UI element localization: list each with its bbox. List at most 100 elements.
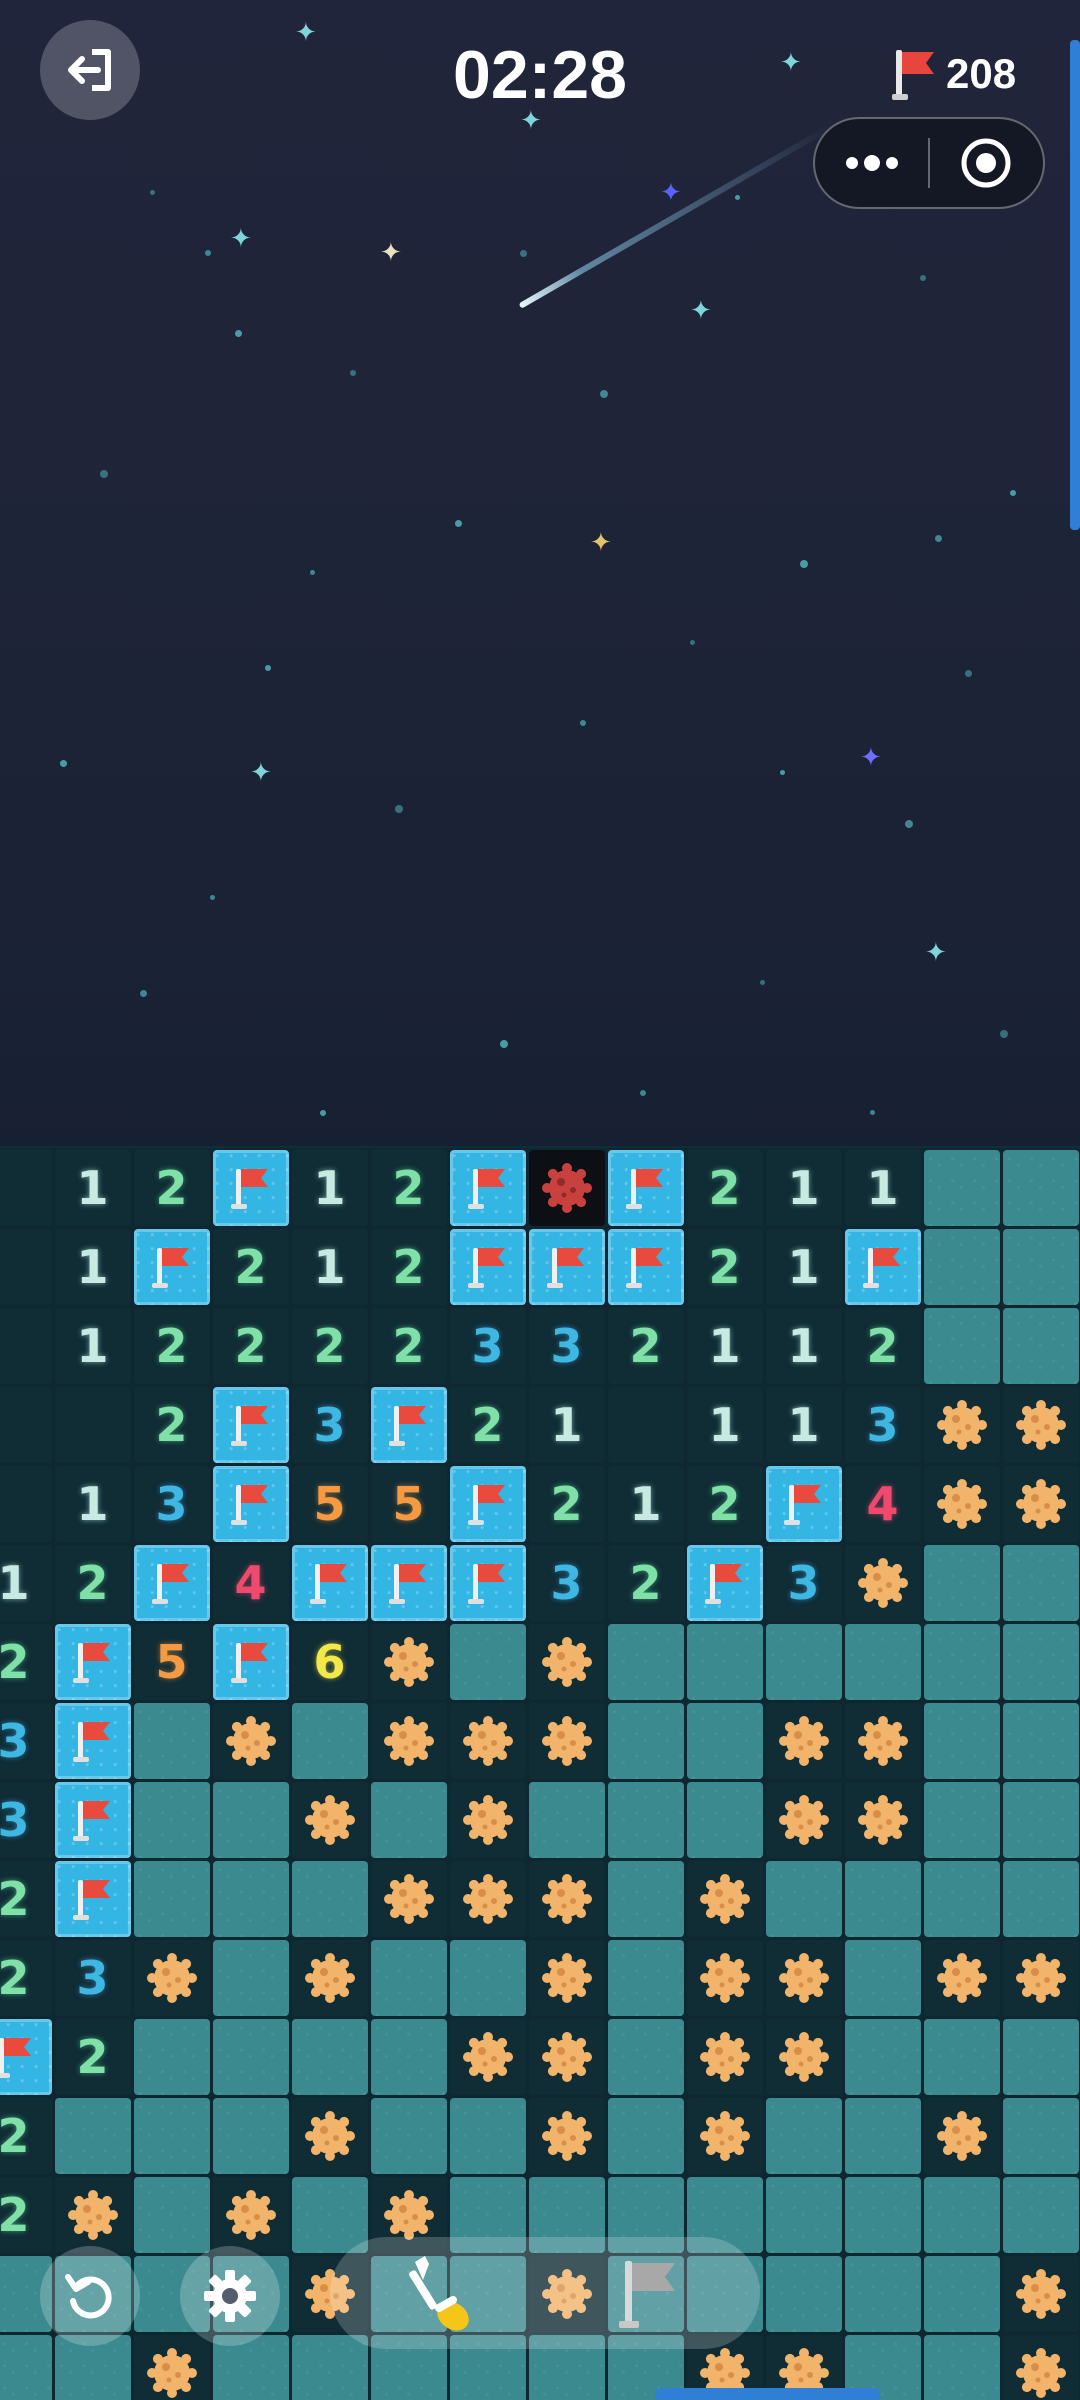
- number-cell[interactable]: 6: [291, 1623, 368, 1700]
- flagged-cell[interactable]: [54, 1860, 131, 1937]
- number-cell[interactable]: 1: [765, 1386, 842, 1463]
- hidden-cell[interactable]: [1002, 1623, 1079, 1700]
- number-cell[interactable]: 2: [686, 1149, 763, 1226]
- hidden-cell[interactable]: [844, 1860, 921, 1937]
- flagged-cell[interactable]: [212, 1623, 289, 1700]
- mine-cell[interactable]: [1002, 1386, 1079, 1463]
- number-cell[interactable]: 1: [765, 1228, 842, 1305]
- empty-cell[interactable]: [54, 1386, 131, 1463]
- mine-cell[interactable]: [1002, 2255, 1079, 2332]
- number-cell[interactable]: 2: [291, 1307, 368, 1384]
- number-cell[interactable]: 1: [686, 1386, 763, 1463]
- number-cell[interactable]: 2: [0, 1939, 52, 2016]
- mine-cell[interactable]: [686, 1939, 763, 2016]
- mine-cell[interactable]: [528, 1939, 605, 2016]
- number-cell[interactable]: 3: [528, 1307, 605, 1384]
- flagged-cell[interactable]: [212, 1149, 289, 1226]
- number-cell[interactable]: 3: [844, 1386, 921, 1463]
- scroll-indicator[interactable]: [1070, 40, 1080, 530]
- hidden-cell[interactable]: [528, 1781, 605, 1858]
- mine-cell[interactable]: [686, 2018, 763, 2095]
- flagged-cell[interactable]: [449, 1544, 526, 1621]
- number-cell[interactable]: 4: [844, 1465, 921, 1542]
- hidden-cell[interactable]: [765, 1860, 842, 1937]
- flagged-cell[interactable]: [370, 1544, 447, 1621]
- number-cell[interactable]: 2: [0, 2176, 52, 2253]
- number-cell[interactable]: 2: [54, 2018, 131, 2095]
- mine-cell[interactable]: [844, 1702, 921, 1779]
- flagged-cell[interactable]: [291, 1544, 368, 1621]
- number-cell[interactable]: 2: [133, 1386, 210, 1463]
- number-cell[interactable]: 1: [528, 1386, 605, 1463]
- mine-cell[interactable]: [133, 2334, 210, 2400]
- hidden-cell[interactable]: [765, 2176, 842, 2253]
- mine-cell[interactable]: [212, 1702, 289, 1779]
- mine-cell[interactable]: [923, 1939, 1000, 2016]
- number-cell[interactable]: 2: [607, 1544, 684, 1621]
- mine-cell[interactable]: [449, 2018, 526, 2095]
- number-cell[interactable]: 5: [291, 1465, 368, 1542]
- flagged-cell[interactable]: [133, 1228, 210, 1305]
- hidden-cell[interactable]: [133, 2176, 210, 2253]
- hidden-cell[interactable]: [607, 2097, 684, 2174]
- hidden-cell[interactable]: [1002, 1702, 1079, 1779]
- flagged-cell[interactable]: [54, 1702, 131, 1779]
- hidden-cell[interactable]: [449, 2097, 526, 2174]
- number-cell[interactable]: 2: [0, 1623, 52, 1700]
- number-cell[interactable]: 2: [607, 1307, 684, 1384]
- number-cell[interactable]: 2: [370, 1149, 447, 1226]
- number-cell[interactable]: 2: [370, 1228, 447, 1305]
- hidden-cell[interactable]: [370, 2018, 447, 2095]
- flagged-cell[interactable]: [54, 1781, 131, 1858]
- hidden-cell[interactable]: [923, 1781, 1000, 1858]
- hidden-cell[interactable]: [212, 2018, 289, 2095]
- hidden-cell[interactable]: [291, 2018, 368, 2095]
- mine-cell[interactable]: [291, 1781, 368, 1858]
- number-cell[interactable]: 3: [291, 1386, 368, 1463]
- hidden-cell[interactable]: [449, 1623, 526, 1700]
- empty-cell[interactable]: [0, 1307, 52, 1384]
- mine-cell[interactable]: [765, 1939, 842, 2016]
- dig-tool-button[interactable]: [390, 2247, 490, 2342]
- number-cell[interactable]: 2: [133, 1307, 210, 1384]
- hidden-cell[interactable]: [370, 1781, 447, 1858]
- mine-cell[interactable]: [765, 1702, 842, 1779]
- hidden-cell[interactable]: [370, 2097, 447, 2174]
- mine-cell[interactable]: [133, 1939, 210, 2016]
- mine-cell[interactable]: [291, 2097, 368, 2174]
- hidden-cell[interactable]: [923, 1702, 1000, 1779]
- number-cell[interactable]: 3: [765, 1544, 842, 1621]
- hidden-cell[interactable]: [1002, 2018, 1079, 2095]
- hidden-cell[interactable]: [844, 2018, 921, 2095]
- mine-cell[interactable]: [844, 1544, 921, 1621]
- flagged-cell[interactable]: [607, 1149, 684, 1226]
- flagged-cell[interactable]: [212, 1465, 289, 1542]
- flagged-cell[interactable]: [133, 1544, 210, 1621]
- number-cell[interactable]: 5: [133, 1623, 210, 1700]
- number-cell[interactable]: 1: [765, 1149, 842, 1226]
- hidden-cell[interactable]: [1002, 1781, 1079, 1858]
- hidden-cell[interactable]: [1002, 1544, 1079, 1621]
- hidden-cell[interactable]: [607, 1702, 684, 1779]
- number-cell[interactable]: 1: [291, 1228, 368, 1305]
- hidden-cell[interactable]: [133, 1781, 210, 1858]
- hidden-cell[interactable]: [844, 1623, 921, 1700]
- hidden-cell[interactable]: [0, 2334, 52, 2400]
- number-cell[interactable]: 1: [54, 1149, 131, 1226]
- restart-button[interactable]: [40, 2246, 140, 2346]
- mine-cell[interactable]: [1002, 1465, 1079, 1542]
- hidden-cell[interactable]: [686, 1623, 763, 1700]
- number-cell[interactable]: 1: [291, 1149, 368, 1226]
- hidden-cell[interactable]: [607, 1781, 684, 1858]
- mine-cell[interactable]: [844, 1781, 921, 1858]
- hidden-cell[interactable]: [607, 1860, 684, 1937]
- hidden-cell[interactable]: [607, 2018, 684, 2095]
- hidden-cell[interactable]: [844, 2176, 921, 2253]
- hidden-cell[interactable]: [212, 1781, 289, 1858]
- mine-cell[interactable]: [528, 1860, 605, 1937]
- flagged-cell[interactable]: [686, 1544, 763, 1621]
- number-cell[interactable]: 2: [686, 1228, 763, 1305]
- hidden-cell[interactable]: [686, 1781, 763, 1858]
- mine-cell[interactable]: [370, 1702, 447, 1779]
- hidden-cell[interactable]: [1002, 1149, 1079, 1226]
